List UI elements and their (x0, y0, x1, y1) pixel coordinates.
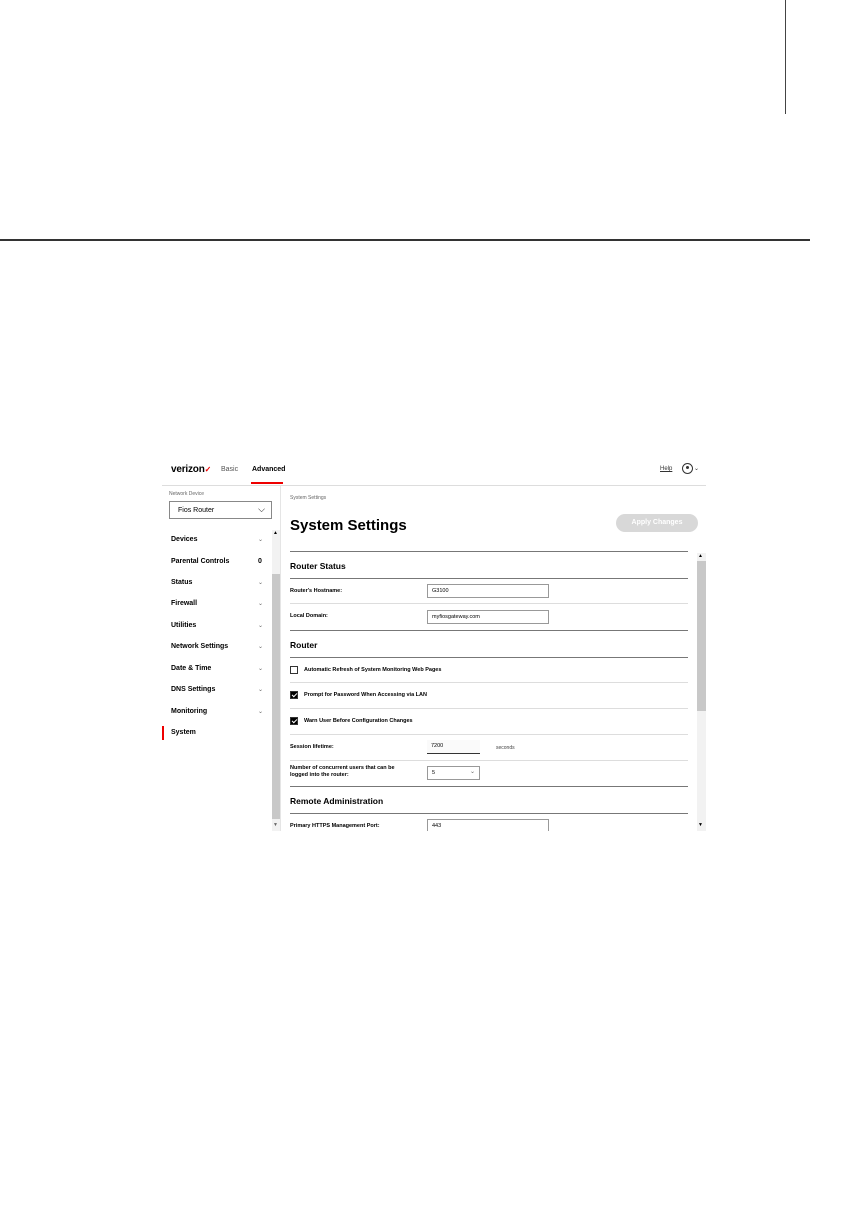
scroll-down-arrow-icon[interactable]: ▼ (698, 822, 703, 828)
sidebar-item-firewall[interactable]: Firewall (171, 600, 197, 607)
section-router: Router (290, 640, 318, 650)
scroll-up-arrow-icon[interactable]: ▲ (698, 553, 703, 559)
sidebar: Network Device Fios Router ⌵ ▲ ▼ Devices… (162, 486, 281, 831)
concurrent-users-value: 5 (432, 770, 436, 776)
active-nav-indicator (162, 726, 164, 740)
router-ui-screenshot: verizon✓ Basic Advanced Help ⌄ Network D… (162, 456, 706, 831)
session-unit: seconds (496, 745, 515, 751)
section-router-status: Router Status (290, 561, 346, 571)
scroll-up-arrow-icon[interactable]: ▲ (273, 530, 278, 536)
top-nav: verizon✓ Basic Advanced Help ⌄ (162, 456, 706, 486)
divider (290, 682, 688, 683)
chevron-down-icon[interactable]: ⌄ (694, 465, 699, 472)
session-lifetime-input[interactable]: 7200 (427, 740, 480, 754)
parental-controls-badge: 0 (258, 558, 262, 565)
auto-refresh-label: Automatic Refresh of System Monitoring W… (304, 667, 442, 673)
hostname-label: Router's Hostname: (290, 588, 343, 594)
sidebar-item-devices[interactable]: Devices (171, 536, 197, 543)
sidebar-item-utilities[interactable]: Utilities (171, 622, 196, 629)
divider (290, 603, 688, 604)
sidebar-item-network-settings[interactable]: Network Settings (171, 643, 228, 650)
divider (290, 708, 688, 709)
page-divider (0, 239, 810, 241)
sidebar-item-system[interactable]: System (171, 729, 196, 736)
concurrent-users-label: Number of concurrent users that can be l… (290, 765, 395, 778)
chevron-down-icon: ⌄ (469, 769, 475, 775)
logo-check-icon: ✓ (204, 465, 212, 474)
sidebar-scroll-thumb[interactable] (272, 574, 280, 819)
network-device-label: Network Device (169, 491, 205, 497)
logo-text: verizon (171, 464, 205, 475)
hostname-input[interactable]: G3100 (427, 584, 549, 598)
chevron-down-icon[interactable]: ⌄ (258, 708, 263, 715)
session-lifetime-label: Session lifetime: (290, 744, 334, 750)
https-port-input[interactable]: 443 (427, 819, 549, 831)
chevron-down-icon: ⌵ (258, 504, 265, 514)
tab-advanced[interactable]: Advanced (252, 466, 285, 473)
brand-logo[interactable]: verizon✓ (171, 464, 211, 475)
section-remote-administration: Remote Administration (290, 796, 384, 806)
chevron-down-icon[interactable]: ⌄ (258, 600, 263, 607)
sidebar-item-date-time[interactable]: Date & Time (171, 665, 211, 672)
user-circle-icon[interactable] (682, 463, 693, 474)
chevron-down-icon[interactable]: ⌄ (258, 686, 263, 693)
settings-content: Router Status Router's Hostname: G3100 L… (290, 541, 688, 831)
concurrent-users-select[interactable]: 5 ⌄ (427, 766, 480, 780)
chevron-down-icon[interactable]: ⌄ (258, 622, 263, 629)
prompt-password-checkbox[interactable] (290, 691, 298, 699)
sidebar-item-parental-controls[interactable]: Parental Controls (171, 558, 229, 565)
scroll-down-arrow-icon[interactable]: ▼ (273, 822, 278, 828)
divider (290, 734, 688, 735)
network-device-value: Fios Router (178, 507, 215, 514)
sidebar-item-status[interactable]: Status (171, 579, 192, 586)
local-domain-input[interactable]: myfiosgateway.com (427, 610, 549, 624)
auto-refresh-checkbox[interactable] (290, 666, 298, 674)
page-margin-line (785, 0, 786, 114)
divider (290, 578, 688, 579)
tab-basic[interactable]: Basic (221, 466, 238, 473)
chevron-down-icon[interactable]: ⌄ (258, 536, 263, 543)
divider (290, 786, 688, 787)
divider (290, 630, 688, 631)
chevron-down-icon[interactable]: ⌄ (258, 643, 263, 650)
sidebar-item-dns-settings[interactable]: DNS Settings (171, 686, 215, 693)
main-scroll-thumb[interactable] (697, 561, 706, 711)
warn-user-label: Warn User Before Configuration Changes (304, 718, 413, 724)
main-panel: System Settings System Settings Apply Ch… (281, 486, 706, 831)
divider (290, 813, 688, 814)
divider (290, 657, 688, 658)
apply-changes-button[interactable]: Apply Changes (616, 514, 698, 532)
sidebar-item-monitoring[interactable]: Monitoring (171, 708, 207, 715)
chevron-down-icon[interactable]: ⌄ (258, 579, 263, 586)
local-domain-label: Local Domain: (290, 613, 328, 619)
https-port-label: Primary HTTPS Management Port: (290, 823, 380, 829)
page-title: System Settings (290, 517, 407, 534)
active-tab-indicator (251, 482, 283, 484)
chevron-down-icon[interactable]: ⌄ (258, 665, 263, 672)
breadcrumb: System Settings (290, 495, 327, 501)
warn-user-checkbox[interactable] (290, 717, 298, 725)
divider (290, 551, 688, 552)
prompt-password-label: Prompt for Password When Accessing via L… (304, 692, 427, 698)
network-device-select[interactable]: Fios Router ⌵ (169, 501, 272, 519)
help-link[interactable]: Help (660, 466, 672, 472)
divider (290, 760, 688, 761)
